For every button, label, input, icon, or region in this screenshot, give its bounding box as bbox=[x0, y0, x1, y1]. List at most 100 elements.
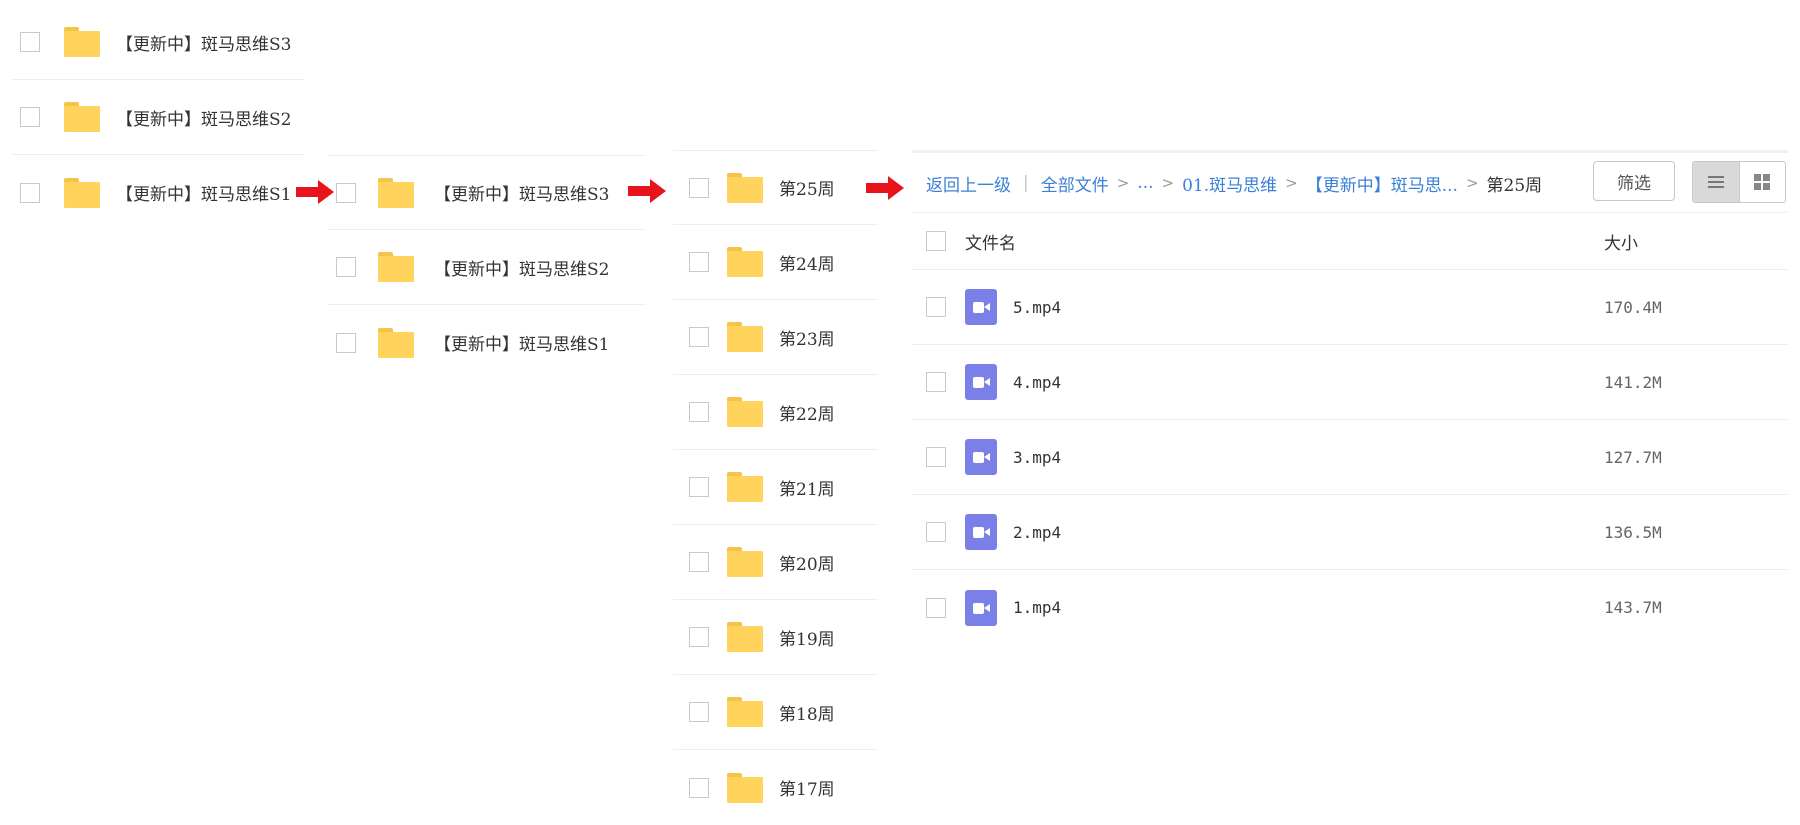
file-list-panel: 返回上一级 | 全部文件 > ... > 01.斑马思维 > 【更新中】斑马思.… bbox=[912, 150, 1788, 800]
file-row[interactable]: 1.mp4 143.7M bbox=[912, 570, 1788, 645]
row-checkbox[interactable] bbox=[689, 177, 709, 198]
chevron-right-icon: > bbox=[1116, 174, 1130, 192]
breadcrumb-level-2[interactable]: 【更新中】斑马思... bbox=[1306, 171, 1458, 196]
file-row[interactable]: 5.mp4 170.4M bbox=[912, 270, 1788, 345]
grid-view-icon bbox=[1754, 174, 1771, 190]
list-view-button[interactable] bbox=[1693, 162, 1739, 202]
file-name[interactable]: 5.mp4 bbox=[1013, 298, 1061, 317]
breadcrumb-level-1[interactable]: 01.斑马思维 bbox=[1182, 171, 1277, 196]
folder-icon bbox=[727, 397, 763, 427]
filter-button[interactable]: 筛选 bbox=[1593, 161, 1675, 201]
folder-icon bbox=[378, 177, 414, 208]
breadcrumb-all-files[interactable]: 全部文件 bbox=[1041, 171, 1109, 196]
row-checkbox[interactable] bbox=[689, 327, 709, 347]
row-checkbox[interactable] bbox=[689, 477, 709, 497]
breadcrumb-divider: | bbox=[1023, 173, 1029, 193]
folder-name: 第21周 bbox=[779, 479, 835, 500]
row-checkbox[interactable] bbox=[20, 32, 40, 52]
chevron-right-icon: > bbox=[1161, 174, 1175, 192]
folder-icon bbox=[727, 247, 763, 277]
row-checkbox[interactable] bbox=[689, 402, 709, 422]
row-checkbox[interactable] bbox=[336, 332, 356, 353]
folder-icon bbox=[378, 327, 414, 358]
file-name[interactable]: 3.mp4 bbox=[1013, 448, 1061, 467]
row-checkbox[interactable] bbox=[926, 297, 946, 317]
folder-icon bbox=[727, 622, 763, 652]
folder-row[interactable]: 【更新中】斑马思维S2 bbox=[328, 230, 646, 305]
folder-icon bbox=[727, 472, 763, 502]
row-checkbox[interactable] bbox=[926, 597, 946, 618]
folder-row[interactable]: 第18周 bbox=[673, 675, 878, 750]
row-checkbox[interactable] bbox=[689, 777, 709, 798]
video-file-icon bbox=[965, 514, 997, 550]
folder-row[interactable]: 第21周 bbox=[673, 450, 878, 525]
chevron-right-icon: > bbox=[1285, 174, 1298, 192]
folder-row[interactable]: 【更新中】斑马思维S1 bbox=[12, 155, 304, 230]
file-name[interactable]: 1.mp4 bbox=[1013, 598, 1061, 617]
folder-row[interactable]: 第17周 bbox=[673, 750, 878, 825]
column-header-size[interactable]: 大小 bbox=[1604, 229, 1638, 254]
row-checkbox[interactable] bbox=[926, 372, 946, 392]
file-name[interactable]: 2.mp4 bbox=[1013, 523, 1061, 542]
breadcrumb-current: 第25周 bbox=[1486, 175, 1543, 196]
row-checkbox[interactable] bbox=[20, 107, 40, 127]
file-row[interactable]: 3.mp4 127.7M bbox=[912, 420, 1788, 495]
row-checkbox[interactable] bbox=[689, 702, 709, 722]
back-link[interactable]: 返回上一级 bbox=[926, 171, 1011, 196]
folder-row[interactable]: 第22周 bbox=[673, 375, 878, 450]
folder-name: 第23周 bbox=[779, 329, 835, 350]
folder-icon bbox=[64, 177, 100, 208]
file-size: 141.2M bbox=[1604, 372, 1662, 392]
folder-row[interactable]: 第24周 bbox=[673, 225, 878, 300]
folder-row[interactable]: 第19周 bbox=[673, 600, 878, 675]
row-checkbox[interactable] bbox=[689, 627, 709, 647]
file-size: 136.5M bbox=[1604, 522, 1662, 542]
row-checkbox[interactable] bbox=[20, 182, 40, 203]
folder-row[interactable]: 第23周 bbox=[673, 300, 878, 375]
chevron-right-icon: > bbox=[1465, 174, 1479, 192]
folder-name: 第25周 bbox=[779, 180, 835, 200]
video-file-icon bbox=[965, 364, 997, 400]
folder-icon bbox=[727, 697, 763, 727]
folder-row[interactable]: 【更新中】斑马思维S2 bbox=[12, 80, 304, 155]
folder-name: 第22周 bbox=[779, 404, 835, 425]
video-file-icon bbox=[965, 439, 997, 475]
file-row[interactable]: 2.mp4 136.5M bbox=[912, 495, 1788, 570]
folder-row[interactable]: 【更新中】斑马思维S1 bbox=[328, 305, 646, 380]
folder-icon bbox=[378, 252, 414, 282]
column-header-name[interactable]: 文件名 bbox=[965, 229, 1016, 254]
folder-row[interactable]: 第25周 bbox=[673, 150, 878, 225]
file-row[interactable]: 4.mp4 141.2M bbox=[912, 345, 1788, 420]
grid-view-button[interactable] bbox=[1738, 162, 1786, 202]
row-checkbox[interactable] bbox=[336, 257, 356, 277]
folder-row[interactable]: 【更新中】斑马思维S3 bbox=[12, 5, 304, 80]
video-file-icon bbox=[965, 289, 997, 325]
folder-row[interactable]: 第20周 bbox=[673, 525, 878, 600]
row-checkbox[interactable] bbox=[336, 182, 356, 203]
folder-name: 第17周 bbox=[779, 780, 835, 800]
folder-name: 第24周 bbox=[779, 254, 835, 275]
row-checkbox[interactable] bbox=[926, 447, 946, 467]
select-all-checkbox[interactable] bbox=[926, 231, 946, 251]
folder-name: 第19周 bbox=[779, 629, 835, 650]
folder-name: 第20周 bbox=[779, 554, 835, 575]
folder-row[interactable]: 【更新中】斑马思维S3 bbox=[328, 155, 646, 230]
red-arrow-icon bbox=[628, 179, 666, 203]
folder-name: 【更新中】斑马思维S1 bbox=[116, 185, 292, 205]
row-checkbox[interactable] bbox=[926, 522, 946, 542]
panel-top-divider bbox=[912, 150, 1788, 153]
folder-name: 【更新中】斑马思维S1 bbox=[434, 335, 610, 355]
row-checkbox[interactable] bbox=[689, 552, 709, 572]
folder-icon bbox=[727, 322, 763, 352]
red-arrow-icon bbox=[866, 176, 904, 200]
list-view-icon bbox=[1707, 173, 1724, 191]
folder-name: 【更新中】斑马思维S3 bbox=[116, 34, 292, 55]
view-toggle bbox=[1692, 161, 1786, 203]
breadcrumb: 返回上一级 | 全部文件 > ... > 01.斑马思维 > 【更新中】斑马思.… bbox=[926, 168, 1542, 198]
folder-icon bbox=[64, 102, 100, 132]
folder-icon bbox=[727, 547, 763, 577]
breadcrumb-ellipsis[interactable]: ... bbox=[1137, 173, 1153, 193]
row-checkbox[interactable] bbox=[689, 252, 709, 272]
file-name[interactable]: 4.mp4 bbox=[1013, 373, 1061, 392]
file-size: 143.7M bbox=[1604, 598, 1662, 617]
